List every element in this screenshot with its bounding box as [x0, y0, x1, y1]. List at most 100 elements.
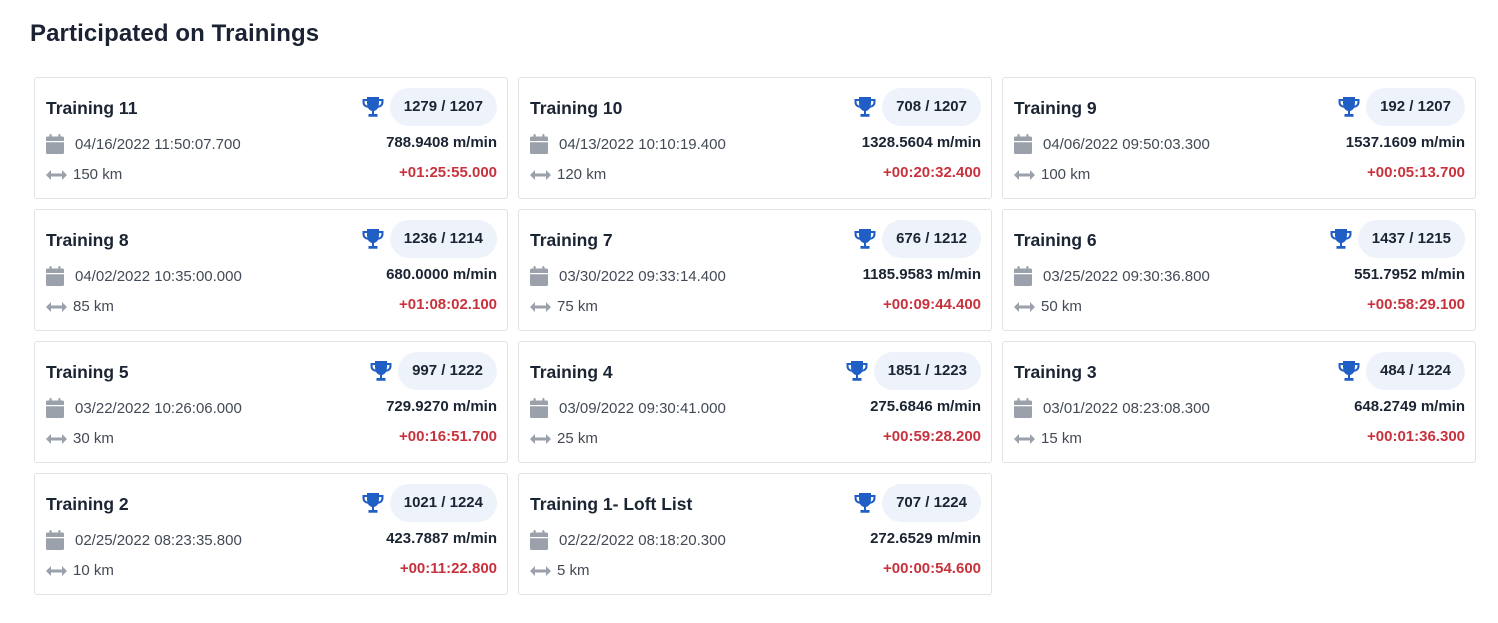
- training-card[interactable]: Training 6 1437 / 1215 03/25/2022 09:30:…: [1002, 209, 1476, 331]
- training-title: Training 11: [46, 98, 138, 118]
- trophy-icon: [854, 493, 876, 513]
- date-row: 04/06/2022 09:50:03.300: [1014, 134, 1210, 154]
- distance-row: 25 km: [530, 430, 598, 447]
- calendar-icon: [530, 266, 548, 286]
- calendar-icon: [46, 398, 64, 418]
- rank-group: 1236 / 1214: [361, 220, 497, 258]
- calendar-icon: [1014, 398, 1032, 418]
- distance-row: 10 km: [46, 562, 114, 579]
- rank-group: 676 / 1212: [853, 220, 981, 258]
- training-date: 04/06/2022 09:50:03.300: [1043, 135, 1210, 153]
- rank-badge: 708 / 1207: [882, 88, 981, 126]
- double-arrow-icon: [46, 169, 67, 180]
- training-title: Training 9: [1014, 98, 1097, 118]
- time-delta: +00:00:54.600: [883, 560, 981, 577]
- rank-badge: 997 / 1222: [398, 352, 497, 390]
- calendar-icon: [46, 530, 64, 550]
- rank-group: 1021 / 1224: [361, 484, 497, 522]
- training-card[interactable]: Training 2 1021 / 1224 02/25/2022 08:23:…: [34, 473, 508, 595]
- time-delta: +00:59:28.200: [883, 428, 981, 445]
- training-distance: 150 km: [73, 166, 123, 183]
- trophy-icon: [362, 493, 384, 513]
- calendar-icon: [530, 398, 548, 418]
- training-card[interactable]: Training 3 484 / 1224 03/01/2022 08:23:0…: [1002, 341, 1476, 463]
- date-row: 04/16/2022 11:50:07.700: [46, 134, 241, 154]
- training-title: Training 8: [46, 230, 129, 250]
- date-row: 02/22/2022 08:18:20.300: [530, 530, 726, 550]
- date-row: 04/13/2022 10:10:19.400: [530, 134, 726, 154]
- speed-value: 272.6529 m/min: [870, 530, 981, 547]
- training-distance: 100 km: [1041, 166, 1091, 183]
- trophy-icon: [1338, 97, 1360, 117]
- double-arrow-icon: [46, 301, 67, 312]
- training-title: Training 3: [1014, 362, 1097, 382]
- speed-value: 1537.1609 m/min: [1345, 134, 1465, 151]
- training-date: 04/02/2022 10:35:00.000: [75, 267, 242, 285]
- calendar-icon: [530, 134, 548, 154]
- date-row: 03/30/2022 09:33:14.400: [530, 266, 726, 286]
- double-arrow-icon: [46, 433, 67, 444]
- date-row: 04/02/2022 10:35:00.000: [46, 266, 242, 286]
- time-delta: +01:08:02.100: [399, 296, 497, 313]
- rank-badge: 1279 / 1207: [389, 88, 497, 126]
- rank-badge: 1437 / 1215: [1357, 220, 1465, 258]
- training-card[interactable]: Training 7 676 / 1212 03/30/2022 09:33:1…: [518, 209, 992, 331]
- training-distance: 15 km: [1041, 430, 1082, 447]
- training-card[interactable]: Training 1- Loft List 707 / 1224 02/22/2…: [518, 473, 992, 595]
- training-title: Training 1- Loft List: [530, 494, 693, 514]
- training-date: 03/09/2022 09:30:41.000: [559, 399, 726, 417]
- double-arrow-icon: [1014, 169, 1035, 180]
- calendar-icon: [1014, 266, 1032, 286]
- double-arrow-icon: [1014, 301, 1035, 312]
- rank-group: 1437 / 1215: [1329, 220, 1465, 258]
- time-delta: +00:20:32.400: [883, 164, 981, 181]
- trophy-icon: [1330, 229, 1352, 249]
- speed-value: 788.9408 m/min: [386, 134, 497, 151]
- rank-badge: 192 / 1207: [1366, 88, 1465, 126]
- training-date: 04/16/2022 11:50:07.700: [75, 135, 241, 153]
- training-distance: 25 km: [557, 430, 598, 447]
- distance-row: 150 km: [46, 166, 122, 183]
- trophy-icon: [1338, 361, 1360, 381]
- training-distance: 50 km: [1041, 298, 1082, 315]
- training-distance: 85 km: [73, 298, 114, 315]
- training-distance: 5 km: [557, 562, 590, 579]
- trophy-icon: [854, 229, 876, 249]
- date-row: 03/09/2022 09:30:41.000: [530, 398, 726, 418]
- time-delta: +00:58:29.100: [1367, 296, 1465, 313]
- training-card[interactable]: Training 5 997 / 1222 03/22/2022 10:26:0…: [34, 341, 508, 463]
- time-delta: +00:11:22.800: [399, 560, 497, 577]
- distance-row: 120 km: [530, 166, 606, 183]
- date-row: 02/25/2022 08:23:35.800: [46, 530, 242, 550]
- page-title: Participated on Trainings: [30, 20, 320, 47]
- calendar-icon: [46, 134, 64, 154]
- training-grid: Training 11 1279 / 1207 04/16/2022 11:50…: [34, 77, 1476, 595]
- time-delta: +01:25:55.000: [399, 164, 497, 181]
- rank-group: 192 / 1207: [1337, 88, 1465, 126]
- training-card[interactable]: Training 11 1279 / 1207 04/16/2022 11:50…: [34, 77, 508, 199]
- distance-row: 15 km: [1014, 430, 1082, 447]
- training-date: 03/25/2022 09:30:36.800: [1043, 267, 1210, 285]
- training-card[interactable]: Training 8 1236 / 1214 04/02/2022 10:35:…: [34, 209, 508, 331]
- trophy-icon: [846, 361, 868, 381]
- rank-badge: 707 / 1224: [882, 484, 981, 522]
- trophy-icon: [362, 229, 384, 249]
- rank-group: 708 / 1207: [853, 88, 981, 126]
- time-delta: +00:05:13.700: [1367, 164, 1465, 181]
- trophy-icon: [370, 361, 392, 381]
- date-row: 03/01/2022 08:23:08.300: [1014, 398, 1210, 418]
- training-date: 03/22/2022 10:26:06.000: [75, 399, 242, 417]
- training-card[interactable]: Training 4 1851 / 1223 03/09/2022 09:30:…: [518, 341, 992, 463]
- training-card[interactable]: Training 9 192 / 1207 04/06/2022 09:50:0…: [1002, 77, 1476, 199]
- training-card[interactable]: Training 10 708 / 1207 04/13/2022 10:10:…: [518, 77, 992, 199]
- rank-badge: 1236 / 1214: [389, 220, 497, 258]
- rank-group: 707 / 1224: [853, 484, 981, 522]
- date-row: 03/22/2022 10:26:06.000: [46, 398, 242, 418]
- training-distance: 10 km: [73, 562, 114, 579]
- training-title: Training 6: [1014, 230, 1097, 250]
- rank-badge: 484 / 1224: [1366, 352, 1465, 390]
- rank-badge: 1021 / 1224: [389, 484, 497, 522]
- training-date: 02/25/2022 08:23:35.800: [75, 531, 242, 549]
- speed-value: 648.2749 m/min: [1354, 398, 1465, 415]
- distance-row: 100 km: [1014, 166, 1090, 183]
